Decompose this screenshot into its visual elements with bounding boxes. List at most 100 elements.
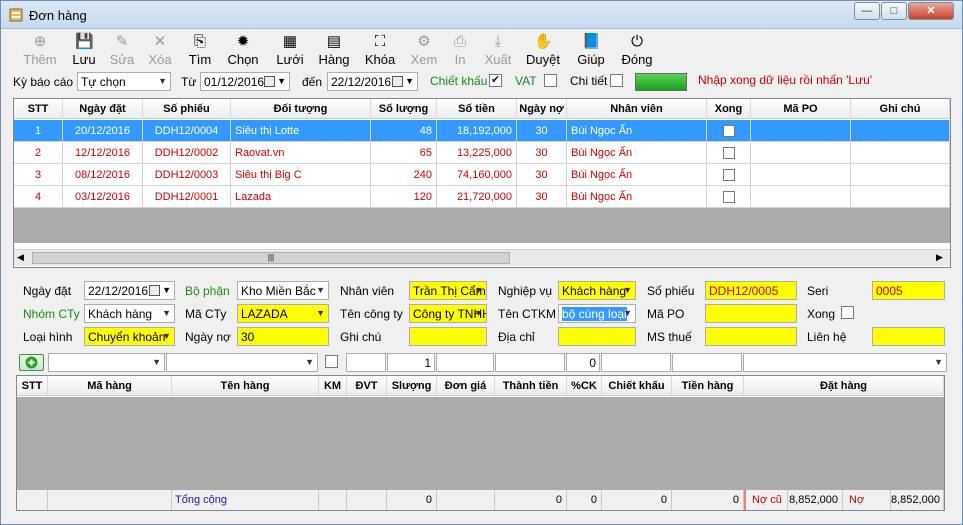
app-icon: [9, 8, 23, 22]
detail-checkbox[interactable]: [610, 74, 623, 87]
done-row-checkbox[interactable]: [722, 169, 735, 182]
company-name-select[interactable]: Công ty TNHH ▼: [409, 304, 487, 323]
item-code-select[interactable]: ▼: [48, 353, 165, 372]
item-name-select[interactable]: ▼: [166, 353, 318, 372]
orders-col-header[interactable]: Số lượng: [371, 99, 437, 119]
amount-field[interactable]: [495, 353, 565, 372]
orders-col-header[interactable]: Số phiếu: [143, 99, 231, 119]
toolbar-button-grid[interactable]: ▦ Lưới: [268, 33, 312, 69]
toolbar-button-approve[interactable]: ✋ Duyệt: [521, 33, 565, 69]
cell-done[interactable]: [707, 120, 751, 142]
done-checkbox[interactable]: [841, 306, 854, 319]
add-item-button[interactable]: [19, 354, 44, 371]
discount-field[interactable]: [601, 353, 671, 372]
table-row[interactable]: 1 20/12/2016 DDH12/0004 Siêu thị Lotte 48 18,…: [14, 120, 950, 142]
promo-select[interactable]: bộ cùng loại ▼: [558, 304, 636, 323]
maximize-button[interactable]: □: [881, 2, 907, 20]
orders-col-header[interactable]: STT: [14, 99, 63, 119]
items-col-header[interactable]: Thành tiền: [495, 376, 567, 396]
items-col-header[interactable]: Slượng: [387, 376, 437, 396]
toolbar-button-select[interactable]: ✹ Chọn: [221, 33, 265, 69]
items-col-header[interactable]: KM: [319, 376, 347, 396]
group-select[interactable]: Khách hàng ▼: [84, 304, 175, 323]
price-field[interactable]: [436, 353, 494, 372]
discount-checkbox[interactable]: ✔: [489, 74, 502, 87]
close-button[interactable]: ✕: [908, 2, 954, 20]
items-col-header[interactable]: Đặt hàng: [744, 376, 944, 396]
debt-days-field[interactable]: 30: [237, 327, 329, 346]
total-qty: 0: [387, 490, 437, 510]
orders-col-header[interactable]: Ngày nợ: [517, 99, 567, 119]
items-col-header[interactable]: STT: [17, 376, 48, 396]
cell-done[interactable]: [707, 164, 751, 186]
scroll-right-icon[interactable]: ▶: [936, 252, 943, 263]
orders-col-header[interactable]: Đối tượng: [231, 99, 371, 119]
done-row-checkbox[interactable]: [722, 125, 735, 138]
table-row[interactable]: 2 12/12/2016 DDH12/0002 Raovat.vn 65 13,225,0…: [14, 142, 950, 164]
period-select[interactable]: Tự chọn ▼: [77, 72, 171, 91]
items-col-header[interactable]: Tên hàng: [172, 376, 319, 396]
address-field[interactable]: [558, 327, 636, 346]
toolbar-button-find[interactable]: ⎘ Tìm: [178, 33, 222, 69]
from-date-picker[interactable]: 01/12/2016 ▼: [200, 72, 290, 91]
type-select[interactable]: Chuyển khoản ▼: [84, 327, 175, 346]
toolbar-button-add[interactable]: ⊕ Thêm: [18, 33, 62, 69]
cell-done[interactable]: [707, 142, 751, 164]
toolbar-button-export[interactable]: ⤓ Xuất: [476, 33, 520, 69]
scroll-thumb[interactable]: |||: [32, 252, 510, 264]
toolbar-button-goods[interactable]: ▤ Hàng: [312, 33, 356, 69]
done-row-checkbox[interactable]: [722, 191, 735, 204]
cell-note: [851, 142, 950, 164]
orders-col-header[interactable]: Nhân viên: [567, 99, 707, 119]
voucher-field[interactable]: DDH12/0005: [705, 281, 797, 300]
vat-checkbox[interactable]: [544, 74, 557, 87]
address-label: Địa chỉ: [498, 330, 535, 344]
orders-col-header[interactable]: Số tiền: [437, 99, 517, 119]
period-value: Tự chọn: [81, 75, 126, 89]
done-row-checkbox[interactable]: [722, 147, 735, 160]
goods-field[interactable]: [672, 353, 742, 372]
items-header: STT Mã hàng Tên hàng KM ĐVT Slượng Đơn giá Thàn…: [17, 376, 944, 396]
po-field[interactable]: [705, 304, 797, 323]
staff-select[interactable]: Trần Thị Cẩm ▼: [409, 281, 487, 300]
orders-col-header[interactable]: Mã PO: [751, 99, 851, 119]
scroll-left-icon[interactable]: ◀: [17, 252, 24, 263]
qty-field[interactable]: 1: [387, 353, 435, 372]
calendar-icon: [392, 76, 403, 87]
seri-field[interactable]: 0005: [872, 281, 945, 300]
items-col-header[interactable]: ĐVT: [347, 376, 387, 396]
orders-col-header[interactable]: Ngày đặt: [63, 99, 143, 119]
cell-stt: 1: [14, 120, 63, 142]
orders-hscrollbar[interactable]: ◀ ||| ▶: [14, 249, 950, 266]
orders-col-header[interactable]: Xong: [707, 99, 751, 119]
note-field[interactable]: [409, 327, 487, 346]
orders-col-header[interactable]: Ghi chú: [851, 99, 950, 119]
chevron-down-icon: ▼: [152, 357, 161, 367]
order-qty-select[interactable]: ▼: [743, 353, 947, 372]
table-row[interactable]: 4 03/12/2016 DDH12/0001 Lazada 120 21,720,000…: [14, 186, 950, 208]
cell-done[interactable]: [707, 186, 751, 208]
cell-days: 30: [517, 164, 567, 186]
unit-field[interactable]: [346, 353, 386, 372]
table-row[interactable]: 3 08/12/2016 DDH12/0003 Siêu thị Big C 240 74…: [14, 164, 950, 186]
items-col-header[interactable]: Đơn giá: [437, 376, 495, 396]
pct-field[interactable]: 0: [566, 353, 600, 372]
company-code-select[interactable]: LAZADA ▼: [237, 304, 329, 323]
toolbar-button-delete[interactable]: ✕ Xóa: [138, 33, 182, 69]
contact-field[interactable]: [872, 327, 945, 346]
toolbar-button-help[interactable]: 📘 Giúp: [569, 33, 613, 69]
toolbar-button-power[interactable]: ⏻ Đóng: [615, 33, 659, 69]
tax-field[interactable]: [705, 327, 797, 346]
operation-select[interactable]: Khách hàng ▼: [558, 281, 636, 300]
items-col-header[interactable]: Tiền hàng: [672, 376, 744, 396]
order-date-picker[interactable]: 22/12/2016 ▼: [84, 281, 175, 300]
dept-select[interactable]: Kho Miền Bắc ▼: [237, 281, 329, 300]
minimize-button[interactable]: —: [854, 2, 880, 20]
items-col-header[interactable]: Chiết khấu: [602, 376, 672, 396]
items-col-header[interactable]: Mã hàng: [48, 376, 172, 396]
items-col-header[interactable]: %CK: [567, 376, 602, 396]
to-date-picker[interactable]: 22/12/2016 ▼: [327, 72, 418, 91]
toolbar-button-lock[interactable]: ⛶ Khóa: [358, 33, 402, 69]
cell-qty: 120: [371, 186, 437, 208]
promo-item-checkbox[interactable]: [325, 355, 338, 368]
